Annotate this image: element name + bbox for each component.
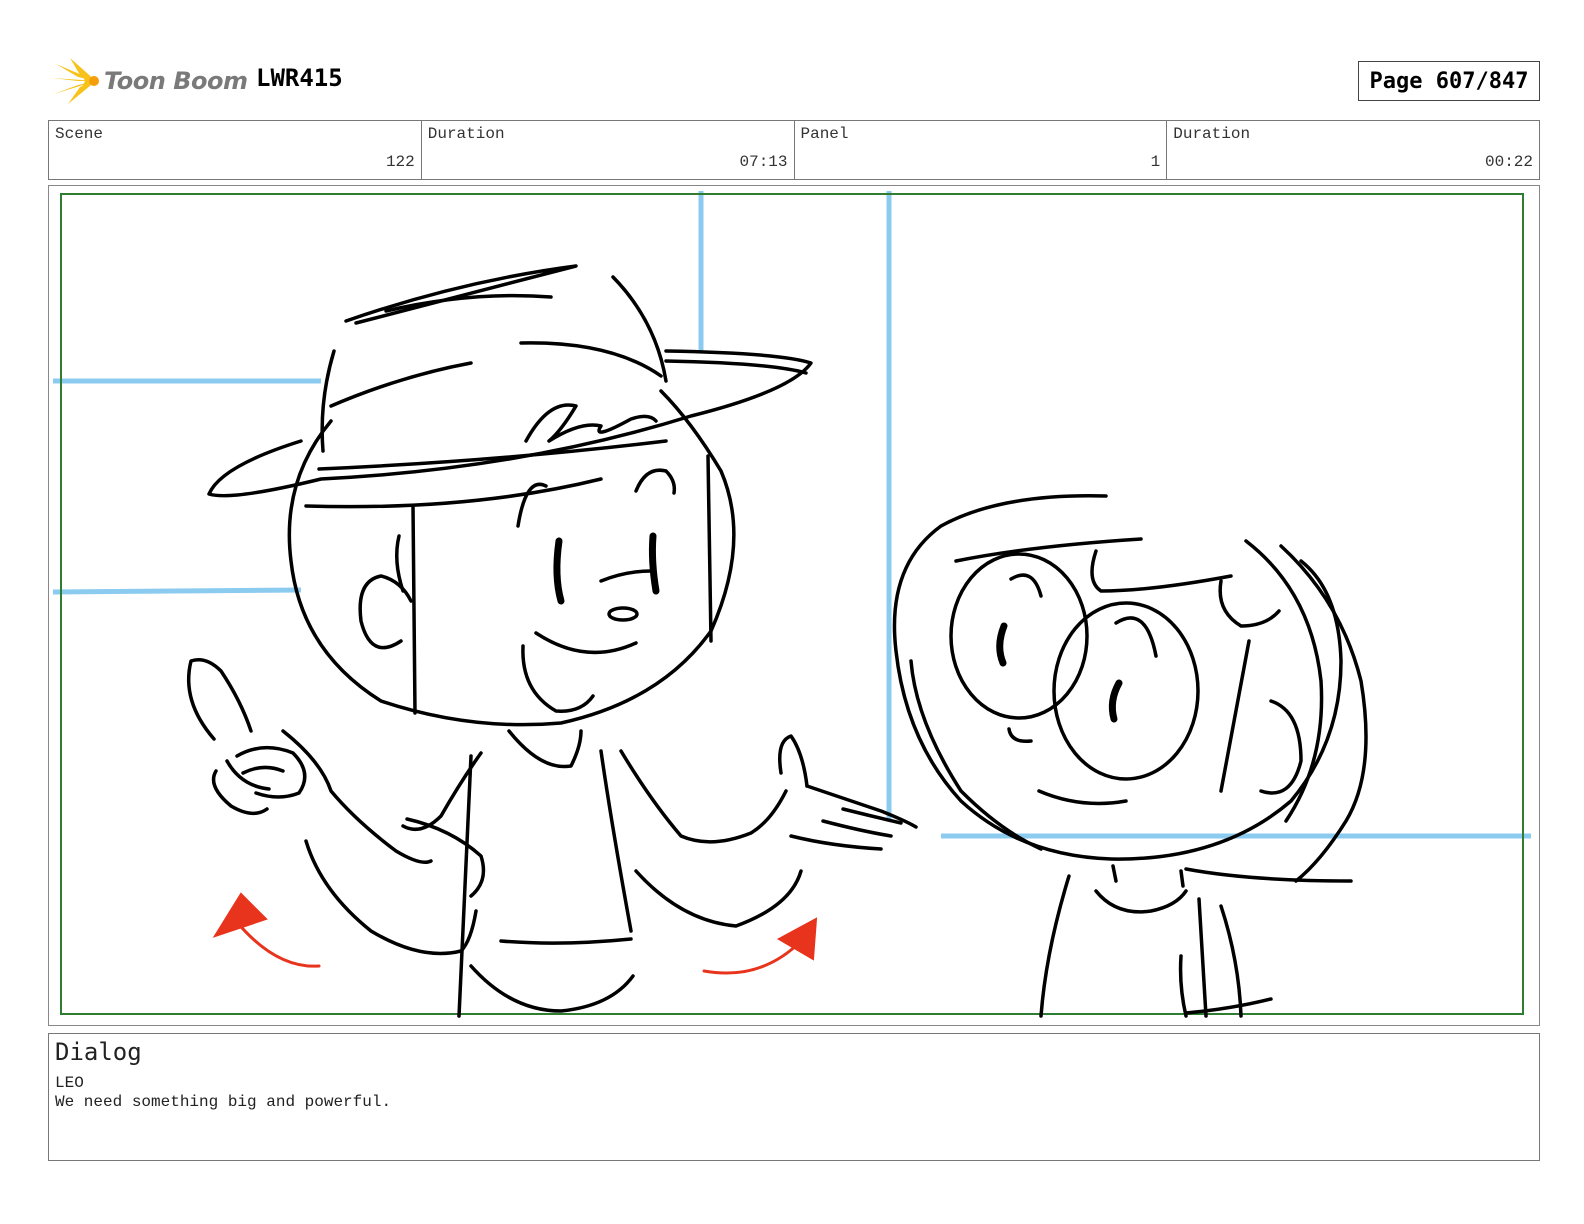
panel-duration-cell: Duration 00:22 — [1167, 121, 1539, 179]
scene-cell: Scene 122 — [49, 121, 422, 179]
scene-duration-cell: Duration 07:13 — [422, 121, 795, 179]
right-motion-arrow — [702, 939, 803, 975]
toon-boom-logo: Toon Boom — [52, 56, 248, 106]
right-arrowhead — [776, 917, 818, 961]
panel-duration-label: Duration — [1173, 125, 1251, 143]
dialog-line: We need something big and powerful. — [55, 1093, 392, 1111]
scene-duration-label: Duration — [427, 125, 505, 143]
page-number: Page 607/847 — [1358, 61, 1540, 101]
starburst-icon — [52, 58, 99, 104]
project-code: LWR415 — [256, 64, 343, 92]
panel-duration-value: 00:22 — [1484, 153, 1533, 171]
left-motion-arrow — [234, 919, 321, 968]
dialog-box: Dialog LEO We need something big and pow… — [48, 1033, 1540, 1161]
dialog-title: Dialog — [55, 1038, 142, 1066]
scene-label: Scene — [55, 125, 104, 143]
arrowheads — [212, 892, 818, 961]
scene-info-row: Scene 122 Duration 07:13 Panel 1 Duratio… — [48, 120, 1540, 180]
panel-label: Panel — [800, 125, 849, 143]
motion-arrows — [234, 919, 803, 975]
panel-value: 1 — [1150, 153, 1161, 171]
panel-cell: Panel 1 — [795, 121, 1168, 179]
dialog-character-name: LEO — [55, 1074, 84, 1092]
scene-duration-value: 07:13 — [739, 153, 788, 171]
panel-sketch — [52, 191, 1531, 1018]
left-arrowhead — [212, 892, 268, 938]
scene-value: 122 — [385, 153, 415, 171]
storyboard-panel — [48, 185, 1540, 1026]
girl-character-sketch — [892, 494, 1368, 1018]
logo-wordmark: Toon Boom — [104, 67, 248, 95]
